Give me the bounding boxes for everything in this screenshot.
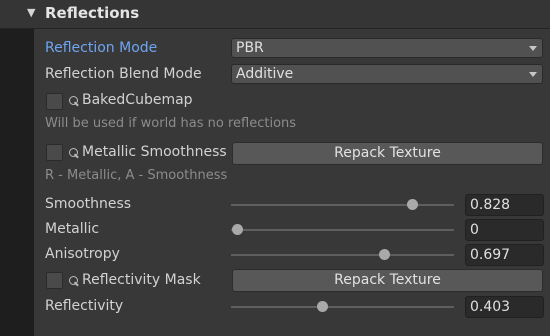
smoothness-label: Smoothness xyxy=(45,196,132,212)
reflectivity-slider[interactable] xyxy=(231,301,454,312)
reflectivity-mask-checkbox[interactable] xyxy=(46,272,63,289)
texture-slot-icon[interactable] xyxy=(69,276,78,285)
triangle-down-icon[interactable]: ▼ xyxy=(27,6,35,19)
texture-slot-icon[interactable] xyxy=(69,148,78,157)
metallic-smoothness-repack-button[interactable]: Repack Texture xyxy=(232,142,543,165)
texture-slot-icon[interactable] xyxy=(69,96,78,105)
smoothness-slider[interactable] xyxy=(231,199,454,210)
reflectivity-mask-label: Reflectivity Mask xyxy=(82,272,201,288)
baked-cubemap-hint: Will be used if world has no reflections xyxy=(45,116,297,131)
anisotropy-slider[interactable] xyxy=(231,249,454,260)
smoothness-slider-thumb[interactable] xyxy=(406,199,418,210)
metallic-slider-thumb[interactable] xyxy=(232,224,243,235)
reflection-blend-mode-label: Reflection Blend Mode xyxy=(45,66,202,82)
metallic-smoothness-checkbox[interactable] xyxy=(46,144,63,161)
chevron-down-icon xyxy=(529,72,537,77)
reflection-mode-label: Reflection Mode xyxy=(45,40,158,56)
baked-cubemap-label: BakedCubemap xyxy=(82,92,193,108)
metallic-label: Metallic xyxy=(45,221,100,237)
reflection-blend-mode-value: Additive xyxy=(236,66,294,82)
smoothness-field[interactable]: 0.828 xyxy=(465,194,544,216)
metallic-field[interactable]: 0 xyxy=(465,219,544,241)
anisotropy-slider-thumb[interactable] xyxy=(379,249,391,260)
section-header[interactable]: ▼ Reflections xyxy=(0,0,550,29)
anisotropy-label: Anisotropy xyxy=(45,246,120,262)
metallic-smoothness-hint: R - Metallic, A - Smoothness xyxy=(45,168,228,183)
metallic-slider[interactable] xyxy=(231,224,454,235)
reflection-mode-dropdown[interactable]: PBR xyxy=(231,38,543,58)
reflection-blend-mode-dropdown[interactable]: Additive xyxy=(231,64,543,84)
reflectivity-field[interactable]: 0.403 xyxy=(465,296,544,318)
reflection-mode-value: PBR xyxy=(236,40,264,56)
section-title: Reflections xyxy=(45,4,140,22)
reflectivity-mask-repack-button[interactable]: Repack Texture xyxy=(232,269,543,292)
baked-cubemap-checkbox[interactable] xyxy=(46,93,63,110)
metallic-smoothness-label: Metallic Smoothness xyxy=(82,144,227,160)
anisotropy-field[interactable]: 0.697 xyxy=(465,244,544,266)
reflectivity-slider-thumb[interactable] xyxy=(317,301,329,312)
chevron-down-icon xyxy=(529,46,537,51)
reflectivity-label: Reflectivity xyxy=(45,298,124,314)
